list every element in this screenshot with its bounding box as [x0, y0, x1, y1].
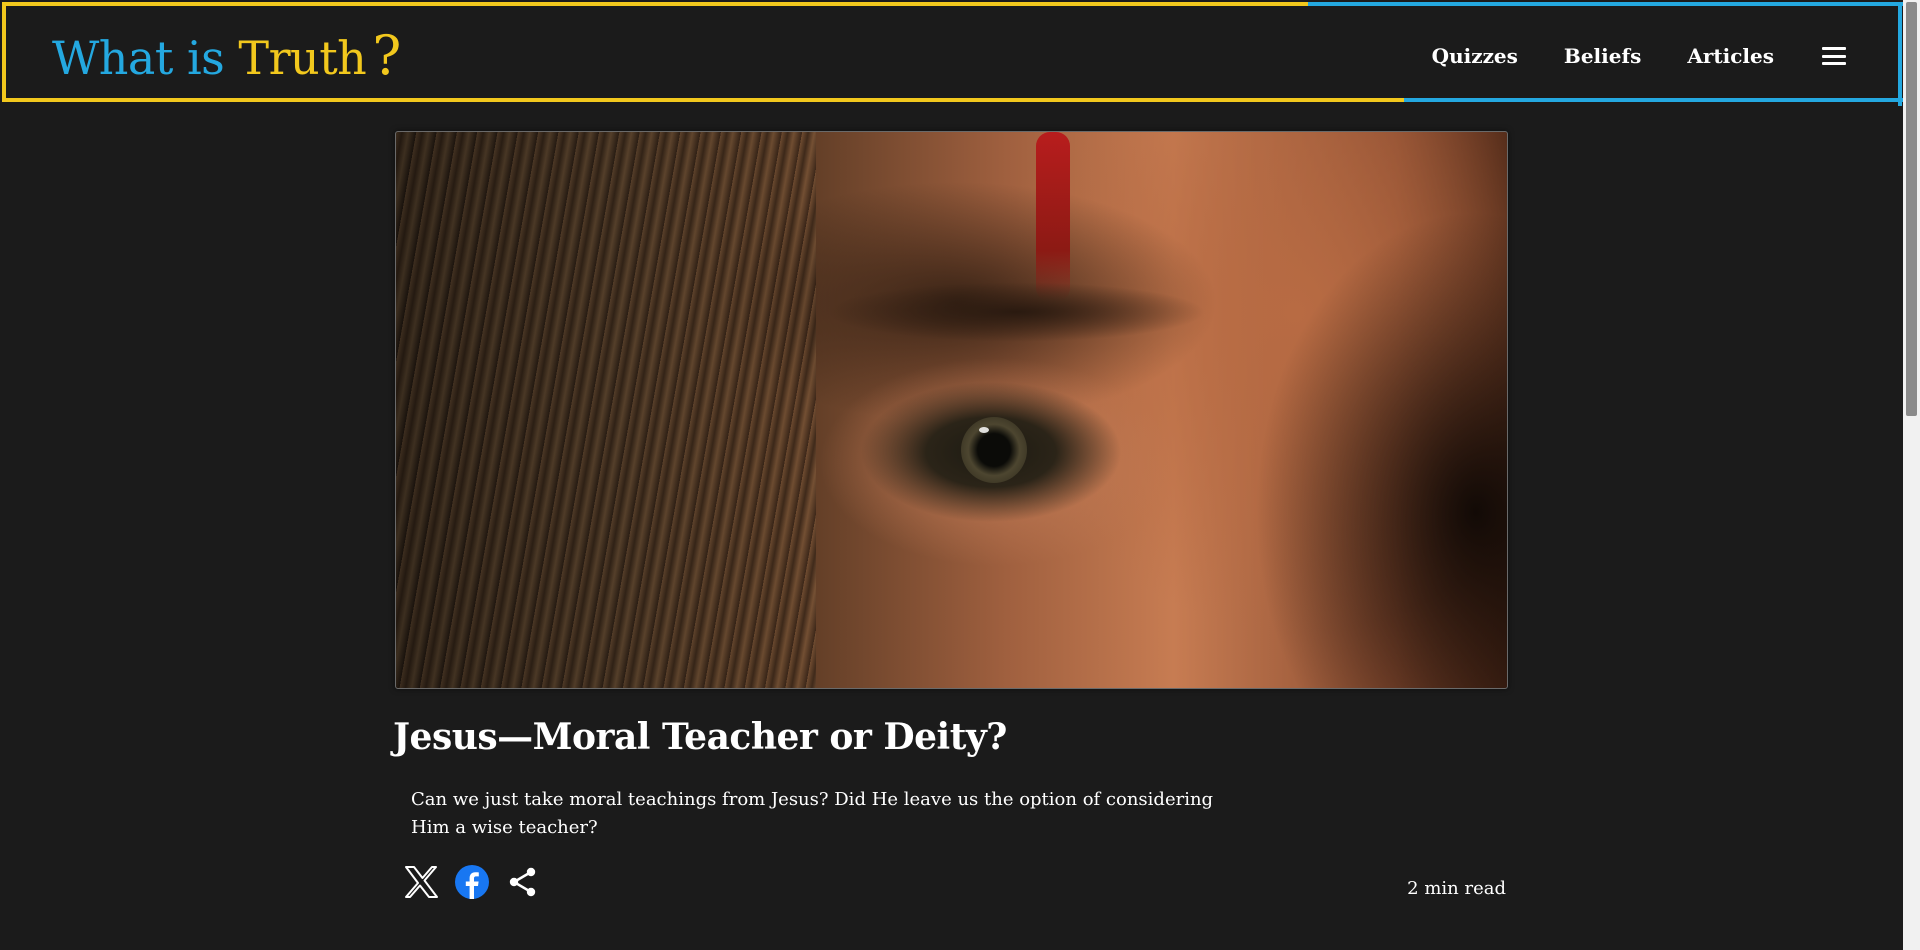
- page: What is Truth? Quizzes Beliefs Articles …: [0, 0, 1920, 950]
- header-accent-top: [1308, 2, 1908, 6]
- article-hero-image: [395, 131, 1508, 689]
- logo-word-what-is: What is: [52, 31, 225, 85]
- scrollbar-thumb[interactable]: [1906, 2, 1917, 416]
- logo-question-mark: ?: [372, 24, 401, 87]
- x-icon[interactable]: [403, 864, 439, 900]
- facebook-icon[interactable]: [454, 864, 490, 900]
- main-nav: Quizzes Beliefs Articles: [1386, 44, 1846, 68]
- hero-eyebrow: [826, 282, 1206, 342]
- share-icon[interactable]: [505, 864, 541, 900]
- menu-line: [1822, 62, 1846, 65]
- hero-blood-streak: [1036, 132, 1070, 302]
- nav-link-quizzes[interactable]: Quizzes: [1432, 44, 1518, 68]
- share-bar: [403, 864, 556, 900]
- menu-line: [1822, 47, 1846, 50]
- header-accent-right: [1898, 2, 1902, 106]
- nav-link-articles[interactable]: Articles: [1687, 44, 1774, 68]
- hamburger-menu-icon[interactable]: [1822, 47, 1846, 65]
- logo-word-truth: Truth: [238, 31, 367, 85]
- nav-link-beliefs[interactable]: Beliefs: [1564, 44, 1641, 68]
- header-accent-bottom: [1404, 98, 1908, 102]
- read-time: 2 min read: [1407, 878, 1506, 899]
- menu-line: [1822, 54, 1846, 58]
- article-description: Can we just take moral teachings from Je…: [411, 789, 1214, 838]
- site-header: What is Truth? Quizzes Beliefs Articles: [2, 2, 1908, 106]
- hero-hair-texture: [396, 132, 816, 688]
- hero-eye: [961, 417, 1027, 483]
- site-logo[interactable]: What is Truth?: [52, 24, 401, 87]
- page-scrollbar[interactable]: [1903, 0, 1920, 950]
- article-title: Jesus—Moral Teacher or Deity?: [393, 716, 1007, 758]
